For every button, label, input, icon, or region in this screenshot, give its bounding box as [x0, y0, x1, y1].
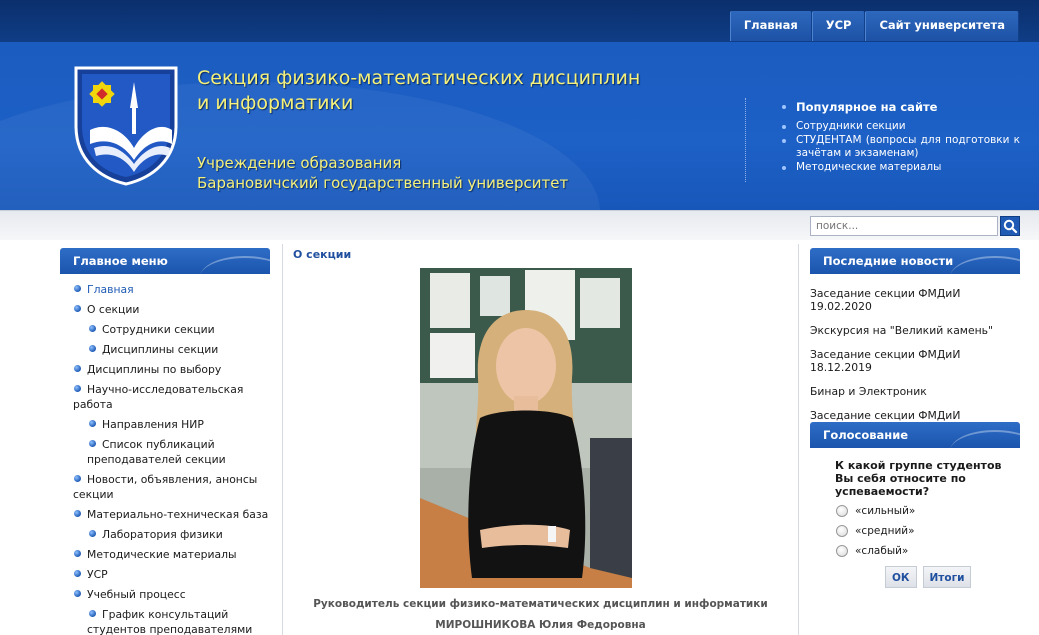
poll-question: К какой группе студентов Вы себя относит… [835, 459, 1002, 498]
search-icon [1003, 219, 1018, 234]
vote-button[interactable]: ОК [885, 566, 917, 588]
radio-button[interactable] [836, 544, 848, 557]
column-divider [282, 244, 283, 635]
menu-item-facilities[interactable]: Материально-техническая база [60, 507, 270, 522]
popular-title: Популярное на сайте [780, 100, 1020, 114]
news-list: Заседание секции ФМДиИ 19.02.2020 Экскур… [810, 287, 1020, 422]
menu-item-electives[interactable]: Дисциплины по выбору [60, 362, 270, 377]
top-nav: Главная УСР Сайт университета [729, 11, 1019, 41]
header-divider [745, 98, 746, 182]
popular-item[interactable]: СТУДЕНТАМ (вопросы для подготовки к зачё… [780, 134, 1020, 160]
popular-item[interactable]: Методические материалы [780, 161, 1020, 174]
news-title: Последние новости [810, 248, 1020, 274]
site-subtitle: Учреждение образования Барановичский гос… [197, 153, 717, 193]
caption-position: Руководитель секции физико-математически… [313, 598, 768, 610]
poll-option-label: «средний» [855, 524, 915, 537]
menu-item-home[interactable]: Главная [60, 282, 270, 297]
site-subtitle-line2: Барановичский государственный университе… [197, 174, 569, 192]
poll-option-label: «сильный» [855, 504, 916, 517]
breadcrumb[interactable]: О секции [293, 248, 788, 261]
left-column: Главное меню Главная О секции Сотрудники… [60, 248, 270, 635]
radio-button[interactable] [836, 524, 848, 537]
menu-item-news[interactable]: Новости, объявления, анонсы секции [60, 472, 270, 502]
right-column: Последние новости Заседание секции ФМДиИ… [810, 248, 1020, 588]
menu-item-study-process[interactable]: Учебный процесс [60, 587, 270, 602]
university-logo[interactable] [72, 64, 180, 186]
site-title-line2: и информатики [197, 92, 354, 114]
poll-option-label: «слабый» [855, 544, 909, 557]
top-nav-home[interactable]: Главная [729, 11, 812, 41]
news-item[interactable]: Заседание секции ФМДиИ 18.12.2019 [810, 348, 1020, 374]
site-header: Секция физико-математических дисциплин и… [0, 42, 1039, 210]
news-item[interactable]: Экскурсия на "Великий камень" [810, 324, 1020, 337]
poll-title: Голосование [810, 422, 1020, 448]
menu-item-consultations[interactable]: График консультаций студентов преподават… [60, 607, 270, 635]
poll-box: Голосование К какой группе студентов Вы … [810, 422, 1020, 588]
top-nav-usr[interactable]: УСР [811, 11, 866, 41]
main-menu-title: Главное меню [60, 248, 270, 274]
poll-option[interactable]: «средний» [836, 523, 1020, 538]
menu-item-disciplines[interactable]: Дисциплины секции [60, 342, 270, 357]
caption-name: МИРОШНИКОВА Юлия Федоровна [435, 619, 646, 631]
popular-block: Популярное на сайте Сотрудники секции СТ… [780, 100, 1020, 175]
search-button[interactable] [1000, 216, 1020, 236]
news-item[interactable]: Заседание секции ФМДиИ [810, 409, 1020, 422]
photo-caption: Руководитель секции физико-математически… [293, 594, 788, 635]
poll-buttons: ОК Итоги [885, 566, 1020, 588]
poll-option[interactable]: «сильный» [836, 503, 1020, 518]
news-item[interactable]: Заседание секции ФМДиИ 19.02.2020 [810, 287, 1020, 313]
menu-item-about[interactable]: О секции [60, 302, 270, 317]
poll-option[interactable]: «слабый» [836, 543, 1020, 558]
top-nav-university[interactable]: Сайт университета [865, 11, 1019, 41]
search-input[interactable] [810, 216, 998, 236]
menu-item-usr[interactable]: УСР [60, 567, 270, 582]
portrait-photo [420, 268, 632, 588]
menu-item-research-areas[interactable]: Направления НИР [60, 417, 270, 432]
news-item[interactable]: Бинар и Электроник [810, 385, 1020, 398]
menu-item-publications[interactable]: Список публикаций преподавателей секции [60, 437, 270, 467]
search-bar [0, 210, 1039, 240]
column-divider [798, 244, 799, 635]
menu-item-methodical[interactable]: Методические материалы [60, 547, 270, 562]
menu-item-staff[interactable]: Сотрудники секции [60, 322, 270, 337]
radio-button[interactable] [836, 504, 848, 517]
results-button[interactable]: Итоги [922, 566, 972, 588]
main-content: О секции Руководитель секции физико-мате… [293, 248, 788, 631]
site-title: Секция физико-математических дисциплин и… [197, 66, 717, 116]
main-menu: Главная О секции Сотрудники секции Дисци… [60, 282, 270, 635]
site-title-line1: Секция физико-математических дисциплин [197, 67, 641, 89]
menu-item-physics-lab[interactable]: Лаборатория физики [60, 527, 270, 542]
menu-item-research[interactable]: Научно-исследовательская работа [60, 382, 270, 412]
popular-item[interactable]: Сотрудники секции [780, 120, 1020, 133]
site-subtitle-line1: Учреждение образования [197, 154, 402, 172]
top-bar: Главная УСР Сайт университета [0, 0, 1039, 42]
